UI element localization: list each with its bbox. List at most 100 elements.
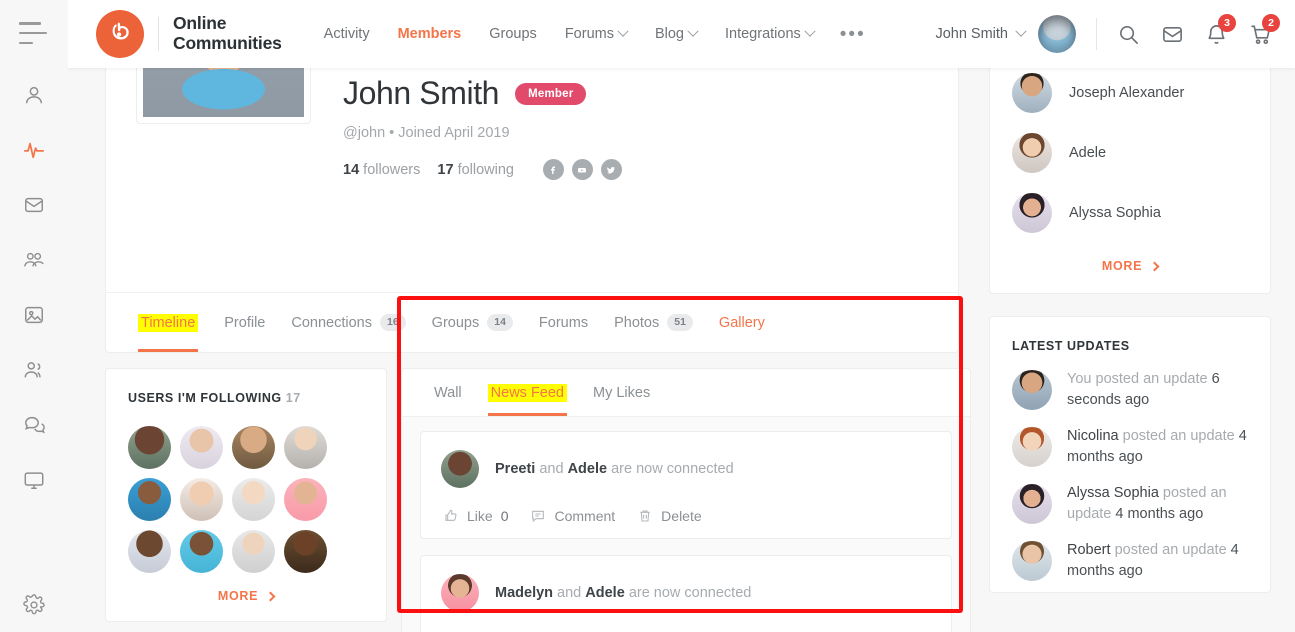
avatar[interactable] (1012, 484, 1052, 525)
avatar[interactable] (441, 450, 479, 488)
members-icon[interactable] (21, 357, 47, 383)
cart-badge: 2 (1262, 14, 1280, 32)
display-monitor-icon[interactable] (21, 467, 47, 493)
header-right: John Smith 3 2 (935, 14, 1280, 53)
avatar[interactable] (180, 530, 223, 573)
chevron-down-icon (804, 25, 816, 37)
avatar[interactable] (180, 478, 223, 521)
latest-updates-widget: LATEST UPDATES You posted an update 6 se… (989, 316, 1271, 593)
bell-icon[interactable]: 3 (1203, 14, 1236, 47)
avatar[interactable] (232, 530, 275, 573)
avatar[interactable] (1038, 15, 1076, 53)
top-header: Online Communities Activity Members Grou… (68, 0, 1295, 68)
post-target[interactable]: Adele (585, 585, 625, 601)
nav-more-icon[interactable]: ••• (828, 25, 878, 44)
gear-icon[interactable] (21, 592, 47, 618)
avatar[interactable] (232, 478, 275, 521)
youtube-icon[interactable] (571, 159, 593, 180)
post-suffix: are now connected (611, 461, 734, 477)
brand-divider (158, 17, 159, 51)
tab-photos[interactable]: Photos 51 (602, 295, 705, 350)
update-row[interactable]: You posted an update 6 seconds ago (1012, 369, 1248, 410)
nav-item-forums[interactable]: Forums (551, 18, 641, 50)
post-suffix: are now connected (628, 585, 752, 601)
avatar[interactable] (1012, 193, 1052, 233)
update-row[interactable]: Alyssa Sophia posted an update 4 months … (1012, 483, 1248, 525)
feed-post: Madelyn and Adele are now connected Like (420, 555, 952, 632)
member-row[interactable]: Joseph Alexander (1012, 68, 1248, 123)
avatar[interactable] (284, 478, 327, 521)
following-stat[interactable]: 17 following (437, 162, 514, 178)
chevron-right-icon (265, 591, 276, 601)
avatar[interactable] (284, 530, 327, 573)
tab-connections[interactable]: Connections 16 (279, 295, 417, 350)
hamburger-icon[interactable] (19, 22, 49, 44)
widget-count: 17 (285, 391, 301, 405)
header-actions: 3 2 (1115, 14, 1280, 47)
chat-bubble-icon[interactable] (21, 412, 47, 438)
profile-name-row: John Smith Member (343, 75, 622, 112)
nav-item-integrations[interactable]: Integrations (711, 18, 828, 50)
rail-icon-list (21, 82, 47, 493)
post-actor[interactable]: Preeti (495, 461, 535, 477)
envelope-icon[interactable] (1159, 21, 1185, 47)
profile-photo-frame[interactable] (136, 68, 311, 124)
nav-item-blog[interactable]: Blog (641, 18, 711, 50)
following-more-button[interactable]: MORE (128, 573, 364, 607)
avatar[interactable] (128, 530, 171, 573)
tab-gallery[interactable]: Gallery (707, 296, 777, 350)
nav-label: Activity (323, 26, 370, 42)
delete-button[interactable]: Delete (637, 508, 702, 524)
search-icon[interactable] (1115, 21, 1141, 47)
like-button[interactable]: Like 0 (443, 508, 508, 524)
avatar[interactable] (1012, 73, 1052, 113)
member-row[interactable]: Alyssa Sophia (1012, 183, 1248, 243)
post-target[interactable]: Adele (568, 461, 608, 477)
following-avatar-grid (128, 426, 364, 573)
nav-item-activity[interactable]: Activity (310, 18, 384, 50)
profile-icon[interactable] (21, 82, 47, 108)
brand-name-line2: Communities (173, 33, 282, 53)
avatar[interactable] (1012, 133, 1052, 173)
media-image-icon[interactable] (21, 302, 47, 328)
avatar[interactable] (284, 426, 327, 469)
avatar[interactable] (1012, 541, 1052, 582)
members-more-button[interactable]: MORE (1012, 243, 1248, 277)
avatar[interactable] (1012, 370, 1052, 410)
tab-groups[interactable]: Groups 14 (420, 295, 525, 350)
chevron-down-icon (1015, 25, 1027, 37)
cart-icon[interactable]: 2 (1247, 14, 1280, 47)
update-row[interactable]: Robert posted an update 4 months ago (1012, 540, 1248, 582)
avatar[interactable] (1012, 427, 1052, 468)
avatar[interactable] (128, 478, 171, 521)
nav-item-groups[interactable]: Groups (475, 18, 551, 50)
notifications-badge: 3 (1218, 14, 1236, 32)
activity-pulse-icon[interactable] (21, 137, 47, 163)
avatar[interactable] (180, 426, 223, 469)
profile-tabs: Timeline Profile Connections 16 Groups 14 … (106, 292, 958, 352)
more-label: MORE (1101, 259, 1143, 273)
comment-button[interactable]: Comment (530, 508, 615, 524)
member-row[interactable]: Adele (1012, 123, 1248, 183)
tab-wall[interactable]: Wall (424, 371, 472, 415)
groups-icon[interactable] (21, 247, 47, 273)
brand-name: Online Communities (173, 14, 282, 53)
update-row[interactable]: Nicolina posted an update 4 months ago (1012, 426, 1248, 468)
brand-logo-link[interactable]: Online Communities (96, 10, 282, 58)
tab-forums[interactable]: Forums (527, 296, 600, 350)
twitter-icon[interactable] (600, 159, 622, 180)
nav-item-members[interactable]: Members (384, 18, 476, 50)
avatar[interactable] (441, 574, 479, 612)
avatar[interactable] (232, 426, 275, 469)
tab-profile[interactable]: Profile (212, 296, 277, 350)
inbox-icon[interactable] (21, 192, 47, 218)
tab-my-likes[interactable]: My Likes (583, 371, 660, 415)
facebook-icon[interactable] (542, 159, 564, 180)
tab-news-feed[interactable]: News Feed (478, 371, 577, 416)
followers-stat[interactable]: 14 followers (343, 162, 420, 178)
tab-label: Gallery (718, 314, 765, 331)
post-actor[interactable]: Madelyn (495, 585, 553, 601)
user-menu[interactable]: John Smith (935, 15, 1076, 53)
tab-timeline[interactable]: Timeline (126, 295, 210, 352)
avatar[interactable] (128, 426, 171, 469)
